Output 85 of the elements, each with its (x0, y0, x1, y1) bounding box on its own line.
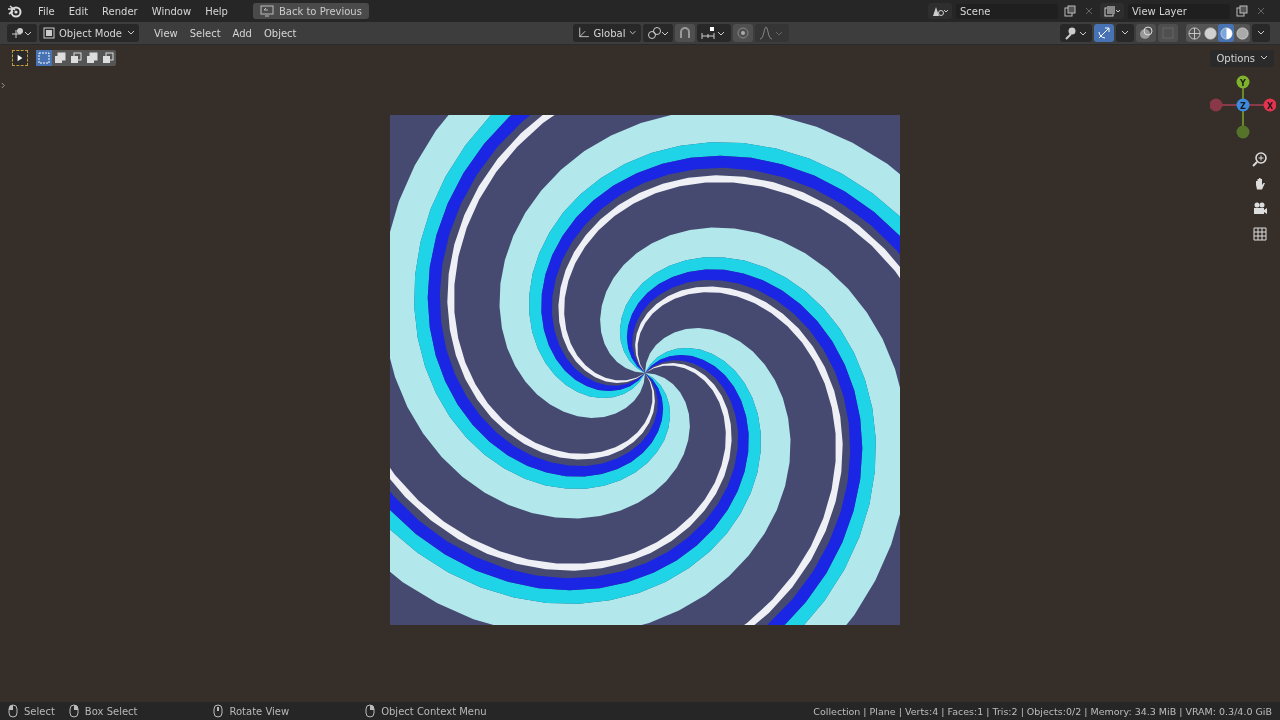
axes-icon (576, 26, 590, 40)
snap-target-dropdown[interactable] (696, 24, 731, 42)
mode-dropdown[interactable]: Object Mode (39, 24, 139, 42)
magnet-icon (677, 26, 692, 40)
status-hint: Box Select (84, 705, 138, 717)
close-icon[interactable] (1084, 6, 1094, 16)
curve-icon (758, 26, 785, 40)
sphere-icon (1187, 26, 1201, 40)
caret-icon (127, 30, 135, 36)
axis-label: Z (1240, 101, 1246, 111)
axis-label: X (1266, 101, 1274, 111)
monitor-icon (259, 5, 274, 17)
selection-mode-icon (38, 52, 50, 64)
menu-item[interactable]: Render (97, 3, 143, 19)
selection-mode-button[interactable] (52, 50, 68, 66)
increment-icon (700, 26, 727, 40)
sphere-icon (1203, 26, 1217, 40)
copy-icon[interactable] (1236, 5, 1248, 17)
layers-icon[interactable] (1100, 3, 1124, 19)
gizmo-toggle[interactable] (1094, 24, 1114, 42)
menu-item[interactable]: File (33, 3, 60, 19)
selection-mode-icon (102, 52, 114, 64)
pivot-dropdown[interactable] (642, 24, 673, 42)
shading-mode-button[interactable] (1234, 24, 1250, 42)
overlays-toggle[interactable] (1136, 24, 1156, 42)
caret-icon (1260, 55, 1268, 61)
square-icon (1161, 26, 1175, 40)
menu-item[interactable]: Object (258, 25, 302, 41)
close-icon[interactable] (1256, 6, 1266, 16)
status-hint: Rotate View (229, 705, 290, 717)
selection-mode-icon (70, 52, 82, 64)
pin-icon (1064, 26, 1088, 40)
editor-type-dropdown[interactable] (7, 24, 37, 42)
selection-mode-icon (54, 52, 66, 64)
zoom-icon[interactable] (1252, 151, 1268, 167)
sphere-icon (1235, 26, 1249, 40)
status-hint: Select (24, 705, 55, 717)
back-button[interactable]: Back to Previous (252, 3, 369, 19)
axes-icon (11, 27, 33, 39)
cube-icon (43, 27, 55, 39)
selection-mode-icon (86, 52, 98, 64)
shading-mode-button[interactable] (1218, 24, 1234, 42)
select-tool-button[interactable] (12, 50, 28, 66)
sphere-icon (1219, 26, 1233, 40)
menu-item[interactable]: Edit (63, 3, 94, 19)
caret-icon (629, 30, 637, 36)
visibility-dropdown[interactable] (1060, 24, 1092, 42)
shading-mode-button[interactable] (1186, 24, 1202, 42)
selection-mode-button[interactable] (100, 50, 116, 66)
orientation-dropdown[interactable]: Global (572, 24, 641, 42)
camera-icon[interactable] (1252, 201, 1268, 217)
caret-icon (1121, 30, 1129, 36)
view-layer-field[interactable]: View Layer (1128, 3, 1230, 19)
axis-label: Y (1240, 78, 1246, 88)
grid-icon[interactable] (1252, 226, 1268, 242)
options-dropdown[interactable]: Options (1210, 49, 1274, 67)
caret-icon (1257, 30, 1265, 36)
proportional-edit-toggle[interactable] (732, 24, 753, 42)
shading-mode-button[interactable] (1202, 24, 1218, 42)
menu-item[interactable]: Add (227, 25, 257, 41)
rings-icon (646, 26, 669, 40)
menu-item[interactable]: Select (184, 25, 226, 41)
menu-item[interactable]: View (149, 25, 183, 41)
cursor-icon (16, 54, 24, 62)
mouse-icon (365, 704, 376, 718)
status-hint: Object Context Menu (381, 705, 487, 717)
blender-logo-icon[interactable] (7, 3, 23, 19)
dot-circle-icon (735, 26, 750, 40)
scene-field[interactable]: Scene (956, 3, 1058, 19)
axis-gizmo[interactable]: Y Z X (1210, 74, 1276, 140)
selection-mode-button[interactable] (84, 50, 100, 66)
circles-icon (1139, 26, 1153, 40)
scene-icon[interactable] (928, 3, 952, 19)
copy-icon[interactable] (1064, 5, 1076, 17)
scene-statistics: Collection | Plane | Verts:4 | Faces:1 | Tris:2 | Objects:0/2 | Memory: 34.3 MiB | VRAM: 0.3/4.0 GiB (813, 705, 1272, 717)
menu-item[interactable]: Window (146, 3, 197, 19)
menu-item[interactable]: Help (200, 3, 233, 19)
snap-toggle[interactable] (674, 24, 695, 42)
mouse-icon (68, 704, 79, 718)
falloff-dropdown[interactable] (754, 24, 789, 42)
selection-mode-button[interactable] (68, 50, 84, 66)
arrow-icon (1097, 26, 1111, 40)
mouse-icon (213, 704, 224, 718)
mouse-icon (8, 704, 18, 718)
xray-toggle[interactable] (1158, 24, 1178, 42)
